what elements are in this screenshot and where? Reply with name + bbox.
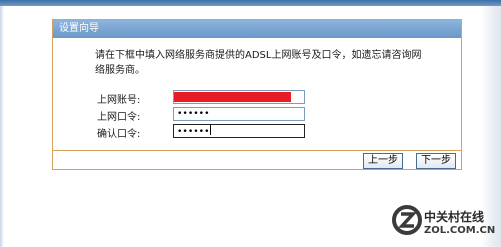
password-label: 上网口令: xyxy=(97,112,141,123)
panel-header: 设置向导 xyxy=(53,20,461,38)
confirm-password-input[interactable]: •••••• xyxy=(173,124,305,138)
prev-button[interactable]: 上一步 xyxy=(363,153,403,169)
redaction-bar xyxy=(174,92,291,102)
text-caret xyxy=(209,125,211,135)
instruction-text: 请在下框中填入网络服务商提供的ADSL上网账号及口令，如遗忘请咨询网络服务商。 xyxy=(95,50,422,76)
setup-wizard-panel: 设置向导 请在下框中填入网络服务商提供的ADSL上网账号及口令，如遗忘请咨询网络… xyxy=(52,19,462,170)
watermark-text-en: ZOL.COM.CN xyxy=(424,225,496,236)
confirm-label: 确认口令: xyxy=(97,129,141,140)
confirm-value: •••••• xyxy=(177,127,210,137)
top-band xyxy=(0,0,501,6)
account-input[interactable] xyxy=(173,90,305,104)
left-edge xyxy=(0,6,4,247)
watermark-text-cn: 中关村在线 xyxy=(424,210,485,224)
password-input[interactable]: •••••• xyxy=(173,107,305,121)
footer-divider xyxy=(53,150,461,151)
watermark: 中关村在线 ZOL.COM.CN xyxy=(392,205,496,241)
next-button[interactable]: 下一步 xyxy=(416,153,456,169)
password-value: •••••• xyxy=(177,109,210,119)
account-label: 上网账号: xyxy=(97,95,141,106)
zol-logo-icon xyxy=(392,205,422,235)
